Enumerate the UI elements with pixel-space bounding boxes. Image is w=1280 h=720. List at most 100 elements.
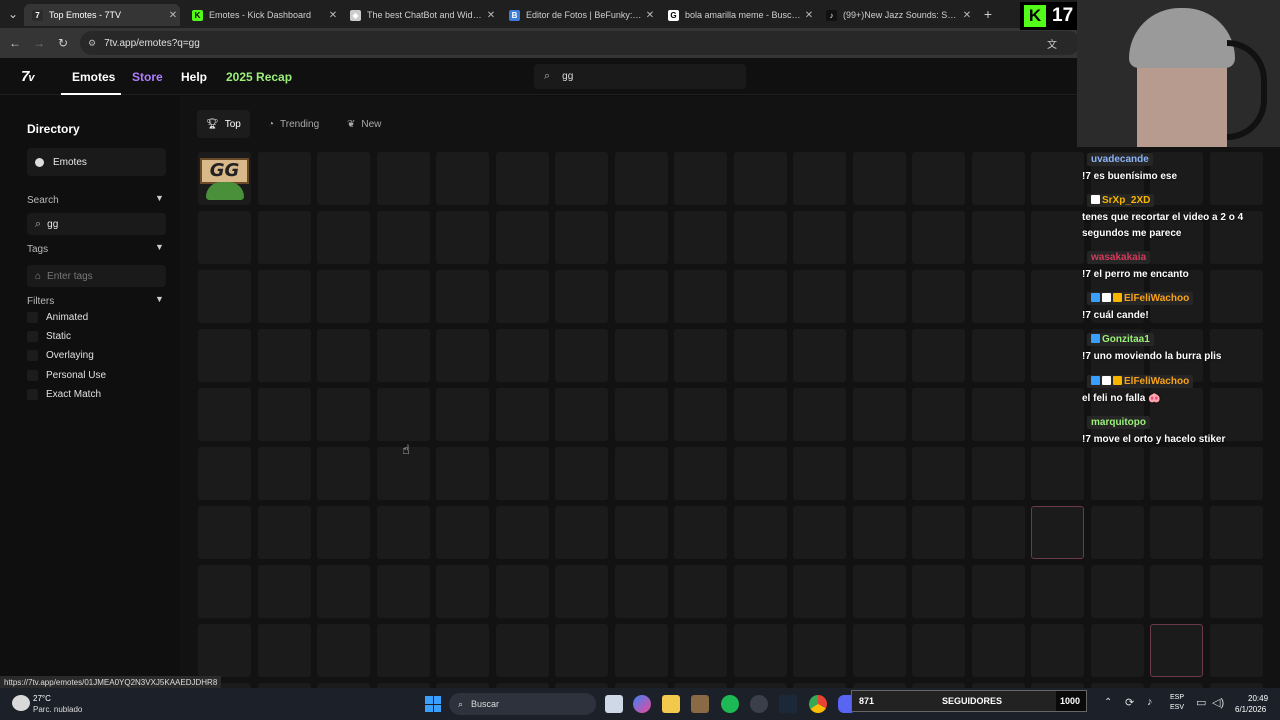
emote-card[interactable]: [852, 211, 906, 264]
emote-card[interactable]: [1031, 447, 1084, 500]
emote-card[interactable]: [436, 624, 489, 677]
emote-card[interactable]: [1090, 447, 1144, 500]
emote-card[interactable]: [317, 447, 370, 500]
emote-card[interactable]: [436, 152, 489, 205]
emote-card[interactable]: [971, 388, 1025, 441]
tab-top[interactable]: 🏆︎ Top: [197, 110, 250, 138]
spotify-icon[interactable]: [721, 695, 739, 713]
emote-card[interactable]: [317, 388, 370, 441]
emote-card[interactable]: [257, 152, 311, 205]
emote-card[interactable]: [793, 624, 846, 677]
emote-card[interactable]: [317, 624, 370, 677]
emote-card[interactable]: [436, 329, 489, 382]
emote-card[interactable]: [257, 506, 311, 559]
emote-card[interactable]: [495, 624, 549, 677]
emote-card[interactable]: [912, 270, 965, 323]
emote-card[interactable]: [1150, 565, 1203, 618]
emote-card[interactable]: [793, 447, 846, 500]
emote-card[interactable]: [852, 329, 906, 382]
emote-card[interactable]: [1090, 506, 1144, 559]
steam-icon[interactable]: [779, 695, 797, 713]
capcut-icon[interactable]: [691, 695, 709, 713]
emote-card[interactable]: [198, 447, 251, 500]
tab-trending[interactable]: ◔ Trending: [259, 110, 328, 138]
close-tab-icon[interactable]: ✕: [484, 10, 498, 21]
emote-card[interactable]: [852, 565, 906, 618]
filter-checkbox[interactable]: [27, 330, 38, 342]
emote-card[interactable]: [555, 624, 608, 677]
emote-card[interactable]: [198, 624, 251, 677]
emote-card[interactable]: [257, 447, 311, 500]
emote-card[interactable]: [852, 506, 906, 559]
emote-card[interactable]: [317, 211, 370, 264]
file-explorer-icon[interactable]: [662, 695, 680, 713]
emote-card[interactable]: [317, 329, 370, 382]
emote-card[interactable]: [257, 270, 311, 323]
emote-card[interactable]: [614, 506, 668, 559]
emote-card[interactable]: [852, 152, 906, 205]
emote-card[interactable]: [674, 565, 727, 618]
emote-card[interactable]: [733, 447, 787, 500]
obs-icon[interactable]: [750, 695, 768, 713]
emote-card[interactable]: [317, 565, 370, 618]
emote-card[interactable]: [674, 152, 727, 205]
emote-card[interactable]: [198, 388, 251, 441]
close-tab-icon[interactable]: ✕: [802, 10, 816, 21]
emote-card[interactable]: [555, 447, 608, 500]
tags-input[interactable]: ⌂ Enter tags: [27, 265, 166, 287]
chevron-down-icon[interactable]: ▼: [155, 294, 164, 304]
emote-card[interactable]: [1209, 447, 1263, 500]
emote-card[interactable]: [198, 211, 251, 264]
emote-card[interactable]: [198, 506, 251, 559]
lang-bottom[interactable]: ESV: [1170, 704, 1184, 711]
emote-card[interactable]: [1031, 624, 1084, 677]
emote-card[interactable]: [198, 270, 251, 323]
emote-card[interactable]: [733, 506, 787, 559]
emote-card[interactable]: [852, 270, 906, 323]
emote-card[interactable]: [495, 506, 549, 559]
filter-option[interactable]: Personal Use: [27, 368, 106, 382]
emote-card[interactable]: [733, 270, 787, 323]
emote-card[interactable]: [1209, 624, 1263, 677]
emote-card[interactable]: [912, 211, 965, 264]
emote-card[interactable]: [971, 447, 1025, 500]
emote-card[interactable]: [614, 624, 668, 677]
close-tab-icon[interactable]: ✕: [960, 10, 974, 21]
emote-card[interactable]: [614, 565, 668, 618]
emote-card[interactable]: [317, 152, 370, 205]
emote-card[interactable]: [614, 388, 668, 441]
emote-card[interactable]: [376, 506, 430, 559]
emote-card[interactable]: [793, 270, 846, 323]
emote-card[interactable]: [495, 270, 549, 323]
reload-icon[interactable]: ↻: [54, 34, 72, 52]
nav-2025-recap[interactable]: 2025 Recap: [226, 70, 292, 84]
address-bar[interactable]: ⚙ 7tv.app/emotes?q=gg 文: [80, 31, 1080, 55]
emote-card[interactable]: [793, 388, 846, 441]
emote-card[interactable]: [674, 329, 727, 382]
emote-card[interactable]: [1031, 565, 1084, 618]
browser-tab[interactable]: K Emotes - Kick Dashboard ✕: [184, 4, 340, 26]
close-tab-icon[interactable]: ✕: [326, 10, 340, 21]
emote-card[interactable]: [912, 506, 965, 559]
emote-card[interactable]: [555, 388, 608, 441]
emote-card[interactable]: [1150, 624, 1203, 677]
tray-chevron-icon[interactable]: ⌃: [1104, 697, 1112, 708]
emote-card[interactable]: [971, 565, 1025, 618]
nav-store[interactable]: Store: [132, 70, 163, 84]
browser-tab[interactable]: Gbola amarilla meme - Buscar co ✕: [660, 4, 816, 26]
emote-card[interactable]: [1209, 565, 1263, 618]
emote-card[interactable]: [971, 270, 1025, 323]
emote-card[interactable]: [614, 447, 668, 500]
close-tab-icon[interactable]: ✕: [643, 10, 657, 21]
emote-card[interactable]: [436, 565, 489, 618]
emote-card[interactable]: [555, 506, 608, 559]
taskbar-search[interactable]: ⌕ Buscar: [449, 693, 596, 715]
windows-start-icon[interactable]: [425, 696, 441, 712]
7tv-logo[interactable]: 7v: [21, 68, 34, 85]
emote-card[interactable]: [674, 270, 727, 323]
clock-time[interactable]: 20:49: [1248, 694, 1268, 703]
chrome-icon[interactable]: [809, 695, 827, 713]
emote-card[interactable]: [257, 211, 311, 264]
emote-card[interactable]: [912, 329, 965, 382]
emote-card[interactable]: [733, 624, 787, 677]
